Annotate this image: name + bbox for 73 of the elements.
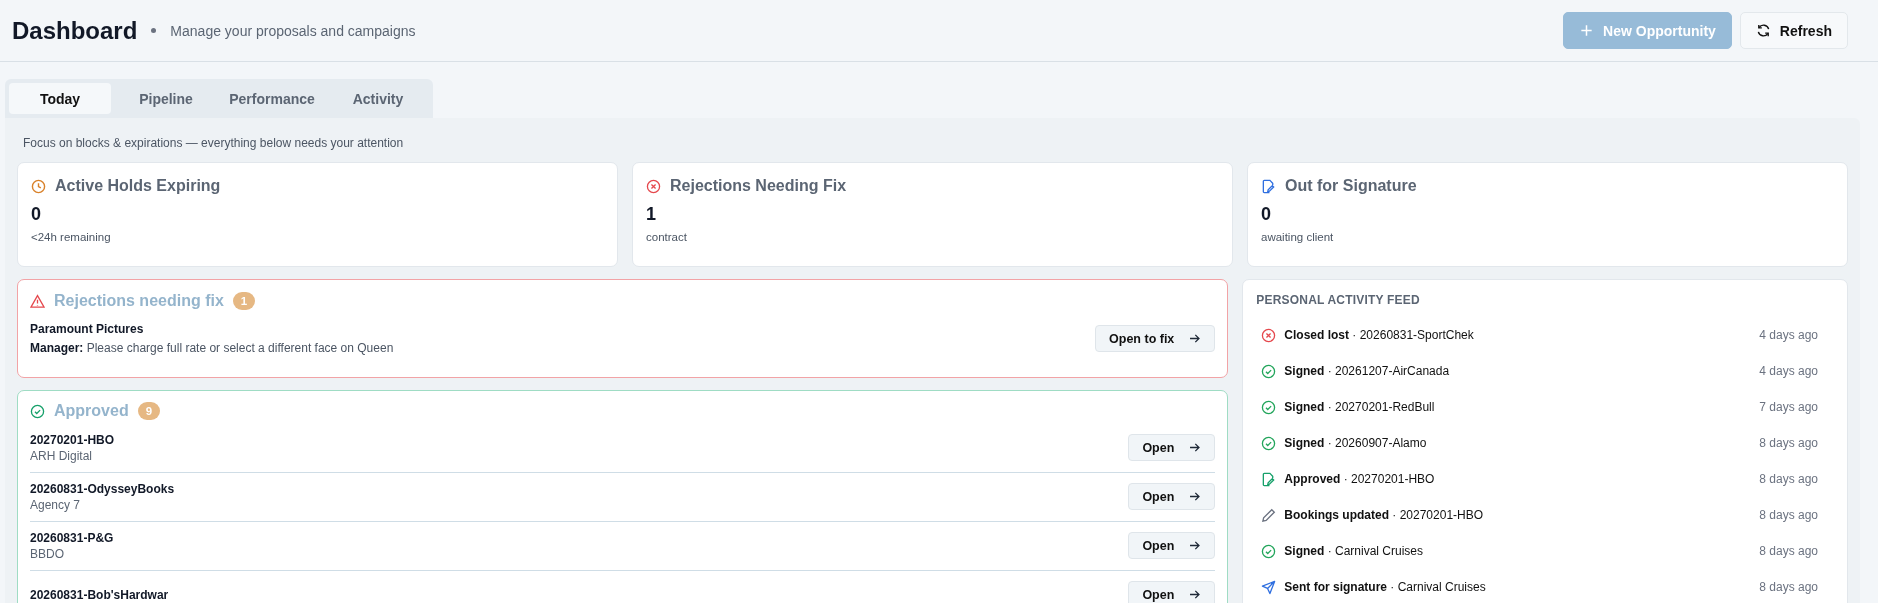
activity-text: Signed · Carnival Cruises	[1284, 544, 1425, 558]
document-pen-icon	[1261, 471, 1277, 487]
proposal-name: 20260831-P&G	[30, 530, 114, 545]
stat-value: 0	[1261, 204, 1272, 225]
stat-value: 1	[646, 204, 657, 225]
check-circle-icon	[1261, 399, 1277, 415]
proposal-name: 20270201-HBO	[30, 432, 115, 447]
manager-note: Manager: Please charge full rate or select a different face on Queen	[30, 341, 394, 355]
activity-text: Signed · 20261207-AirCanada	[1284, 364, 1451, 378]
warning-icon	[30, 293, 45, 309]
check-circle-icon	[1261, 435, 1277, 451]
activity-time: 8 days ago	[1759, 544, 1818, 558]
section-title: Approved	[54, 402, 129, 420]
bullet-icon	[151, 28, 157, 33]
x-circle-icon	[1261, 327, 1277, 343]
activity-text: Signed · 20270201-RedBull	[1284, 400, 1436, 414]
clock-icon	[31, 178, 46, 194]
refresh-icon	[1755, 23, 1771, 38]
activity-text: Sent for signature · Carnival Cruises	[1284, 580, 1487, 594]
feed-title: PERSONAL ACTIVITY FEED	[1256, 293, 1421, 307]
tab[interactable]: Today	[9, 83, 111, 114]
focus-note: Focus on blocks & expirations — everything below needs your attention	[23, 136, 405, 150]
proposal-name: 20260831-OdysseyBooks	[30, 481, 175, 496]
activity-time: 8 days ago	[1759, 472, 1818, 486]
page-title: Dashboard	[12, 16, 138, 45]
activity-time: 7 days ago	[1759, 400, 1818, 414]
tab[interactable]: Performance	[221, 83, 323, 114]
proposal-name: 20260831-Bob'sHardwar	[30, 587, 169, 602]
activity-time: 4 days ago	[1759, 328, 1818, 342]
arrow-right-icon	[1188, 539, 1202, 552]
page-subtitle: Manage your proposals and campaigns	[170, 22, 416, 39]
tab[interactable]: Pipeline	[115, 83, 217, 114]
open-button[interactable]: Open	[1128, 532, 1216, 559]
send-icon	[1261, 579, 1277, 595]
activity-time: 4 days ago	[1759, 364, 1818, 378]
count-badge: 1	[232, 292, 256, 310]
open-to-fix-button[interactable]: Open to fix	[1095, 325, 1216, 352]
document-pen-icon	[1261, 178, 1276, 194]
stat-caption: awaiting client	[1261, 231, 1335, 243]
open-button[interactable]: Open	[1128, 434, 1216, 461]
activity-text: Approved · 20270201-HBO	[1284, 472, 1436, 486]
activity-text: Closed lost · 20260831-SportChek	[1284, 328, 1475, 342]
arrow-right-icon	[1188, 332, 1202, 345]
pencil-icon	[1261, 507, 1277, 523]
check-circle-icon	[30, 403, 45, 419]
stat-caption: <24h remaining	[31, 231, 112, 243]
arrow-right-icon	[1188, 441, 1202, 454]
agency-name: BBDO	[30, 546, 65, 561]
card-title: Rejections Needing Fix	[670, 177, 847, 195]
check-circle-icon	[1261, 363, 1277, 379]
open-button[interactable]: Open	[1128, 581, 1216, 603]
stat-caption: contract	[646, 231, 688, 243]
tab[interactable]: Activity	[327, 83, 429, 114]
open-button[interactable]: Open	[1128, 483, 1216, 510]
x-circle-icon	[646, 178, 661, 194]
card-title: Out for Signature	[1285, 177, 1417, 195]
arrow-right-icon	[1188, 588, 1202, 601]
count-badge: 9	[137, 402, 161, 420]
activity-time: 8 days ago	[1759, 508, 1818, 522]
activity-text: Signed · 20260907-Alamo	[1284, 436, 1428, 450]
refresh-button[interactable]: Refresh	[1739, 12, 1848, 49]
section-title: Rejections needing fix	[54, 292, 224, 310]
card-title: Active Holds Expiring	[55, 177, 221, 195]
client-name: Paramount Pictures	[30, 322, 145, 336]
activity-time: 8 days ago	[1759, 580, 1818, 594]
plus-icon	[1579, 23, 1595, 38]
agency-name: ARH Digital	[30, 448, 93, 463]
stat-value: 0	[31, 204, 42, 225]
activity-time: 8 days ago	[1759, 436, 1818, 450]
check-circle-icon	[1261, 543, 1277, 559]
agency-name: Agency 7	[30, 497, 82, 512]
arrow-right-icon	[1188, 490, 1202, 503]
activity-text: Bookings updated · 20270201-HBO	[1284, 508, 1485, 522]
